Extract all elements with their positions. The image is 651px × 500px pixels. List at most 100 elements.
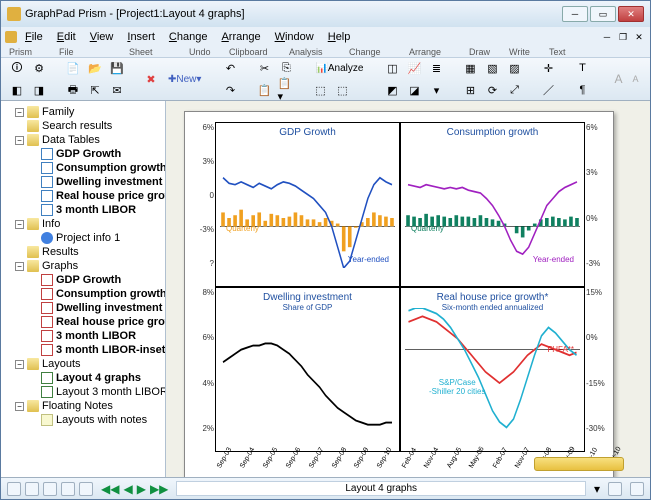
footer-sheet-name[interactable]: Layout 4 graphs (176, 481, 586, 496)
nav-prev-icon[interactable]: ◀ (123, 482, 132, 496)
tree-item[interactable]: Layout 3 month LIBOR (56, 386, 166, 398)
footer-layout-icon[interactable] (79, 482, 93, 496)
chg-2-icon[interactable]: 📈 (404, 58, 424, 78)
tree-item[interactable]: Layout 4 graphs (56, 372, 141, 384)
nav-next-icon[interactable]: ▶ (137, 482, 146, 496)
maximize-button[interactable]: ▭ (590, 6, 616, 22)
tree-item[interactable]: Dwelling investment (56, 176, 162, 188)
arr-back-icon[interactable]: ▧ (482, 58, 502, 78)
cut-icon[interactable]: ✂ (254, 58, 274, 78)
tree-item[interactable]: Real house price growth (56, 190, 166, 202)
tree-item[interactable]: GDP Growth (56, 274, 121, 286)
chart-2[interactable]: Dwelling investmentShare of GDP8%6%4%2%S… (215, 287, 400, 452)
paste-special-icon[interactable]: 📋▾ (276, 80, 296, 100)
minimize-button[interactable]: ─ (562, 6, 588, 22)
font-shrink-icon[interactable]: A (632, 74, 646, 84)
footer-dropdown-icon[interactable]: ▾ (594, 482, 600, 496)
tree-graphs[interactable]: Graphs (42, 260, 78, 272)
analysis-3-icon[interactable]: ⬚ (332, 80, 352, 100)
tree-results[interactable]: Results (42, 246, 79, 258)
tree-item[interactable]: 3 month LIBOR-inset (56, 344, 165, 356)
arr-rotate-icon[interactable]: ⟳ (482, 80, 502, 100)
write-text-icon[interactable]: T (572, 58, 592, 78)
write-para-icon[interactable]: ¶ (572, 80, 592, 100)
chg-3-icon[interactable]: ≣ (426, 58, 446, 78)
file-print-icon[interactable]: 🖶 (63, 80, 83, 100)
tree-item[interactable]: Real house price growth (56, 316, 166, 328)
tree-item[interactable]: Layouts with notes (56, 414, 147, 426)
paste-icon[interactable]: 📋 (254, 80, 274, 100)
sheet-new-button[interactable]: ✚ New ▾ (163, 69, 206, 89)
menu-file[interactable]: File (19, 29, 49, 45)
tree-item[interactable]: Consumption growth (56, 162, 166, 174)
arr-front-icon[interactable]: ▦ (460, 58, 480, 78)
tree-item[interactable]: 3 month LIBOR (56, 204, 136, 216)
file-new-icon[interactable]: 📄 (63, 58, 83, 78)
footer-graph-icon[interactable] (61, 482, 75, 496)
menu-help[interactable]: Help (322, 29, 357, 45)
sheet-del-icon[interactable]: ✖ (141, 69, 161, 89)
chart-0[interactable]: GDP Growth6%3%0-3%?QuarterlyYear-ended (215, 122, 400, 287)
font-grow-icon[interactable]: A (614, 72, 628, 86)
chg-4-icon[interactable]: ◩ (382, 80, 402, 100)
layout-page[interactable]: GDP Growth6%3%0-3%?QuarterlyYear-endedCo… (184, 111, 614, 477)
chg-5-icon[interactable]: ◪ (404, 80, 424, 100)
tree-datatables[interactable]: Data Tables (42, 134, 100, 146)
mdi-restore[interactable]: ❐ (616, 30, 630, 44)
footer-info-icon[interactable] (25, 482, 39, 496)
nav-first-icon[interactable]: ◀◀ (101, 482, 119, 496)
chart-1[interactable]: Consumption growth6%3%0%-3%QuarterlyYear… (400, 122, 585, 287)
file-export-icon[interactable]: ⇱ (85, 80, 105, 100)
file-save-icon[interactable]: 💾 (107, 58, 127, 78)
file-send-icon[interactable]: ✉ (107, 80, 127, 100)
arr-align-icon[interactable]: ⊞ (460, 80, 480, 100)
tree-layouts[interactable]: Layouts (42, 358, 81, 370)
analysis-2-icon[interactable]: ⬚ (310, 80, 330, 100)
copy-icon[interactable]: ⎘ (276, 58, 296, 78)
expand-icon[interactable]: − (15, 136, 24, 145)
footer-highlight-icon[interactable] (630, 482, 644, 496)
expand-icon[interactable]: − (15, 402, 24, 411)
draw-line-icon[interactable]: ／ (538, 80, 558, 100)
close-button[interactable]: ✕ (618, 6, 644, 22)
tree-item[interactable]: Dwelling investment (56, 302, 162, 314)
prism-4-icon[interactable]: ◨ (29, 80, 49, 100)
chg-1-icon[interactable]: ◫ (382, 58, 402, 78)
footer-table-icon[interactable] (7, 482, 21, 496)
menu-change[interactable]: Change (163, 29, 214, 45)
nav-last-icon[interactable]: ▶▶ (150, 482, 168, 496)
file-open-icon[interactable]: 📂 (85, 58, 105, 78)
mdi-minimize[interactable]: ─ (600, 30, 614, 44)
tree-info[interactable]: Info (42, 218, 60, 230)
tree-item[interactable]: GDP Growth (56, 148, 121, 160)
prism-prefs-icon[interactable]: ⚙ (29, 58, 49, 78)
menu-edit[interactable]: Edit (51, 29, 82, 45)
zoom-widget[interactable] (534, 457, 624, 471)
expand-icon[interactable]: − (15, 262, 24, 271)
tree-item[interactable]: Consumption growth (56, 288, 166, 300)
undo-icon[interactable]: ↶ (220, 58, 240, 78)
expand-icon[interactable]: − (15, 360, 24, 369)
arr-group-icon[interactable]: ▨ (504, 58, 524, 78)
arr-size-icon[interactable]: ⤢ (504, 80, 524, 100)
analyze-button[interactable]: 📊 Analyze (310, 58, 368, 78)
footer-results-icon[interactable] (43, 482, 57, 496)
menu-window[interactable]: Window (269, 29, 320, 45)
mdi-close[interactable]: ✕ (632, 30, 646, 44)
menu-view[interactable]: View (84, 29, 120, 45)
expand-icon[interactable]: − (15, 108, 24, 117)
prism-3-icon[interactable]: ◧ (7, 80, 27, 100)
tree-family[interactable]: Family (42, 106, 74, 118)
redo-icon[interactable]: ↷ (220, 80, 240, 100)
tree-notes[interactable]: Floating Notes (42, 400, 113, 412)
chart-3[interactable]: Real house price growth*Six-month ended … (400, 287, 585, 452)
menu-arrange[interactable]: Arrange (215, 29, 266, 45)
menu-insert[interactable]: Insert (121, 29, 161, 45)
chg-6-icon[interactable]: ▾ (426, 80, 446, 100)
expand-icon[interactable]: − (15, 220, 24, 229)
tree-item[interactable]: 3 month LIBOR (56, 330, 136, 342)
draw-pick-icon[interactable]: ✛ (538, 58, 558, 78)
tree-project-info[interactable]: Project info 1 (56, 232, 120, 244)
layout-canvas[interactable]: GDP Growth6%3%0-3%?QuarterlyYear-endedCo… (166, 101, 650, 477)
prism-help-icon[interactable]: 🛈 (7, 58, 27, 78)
